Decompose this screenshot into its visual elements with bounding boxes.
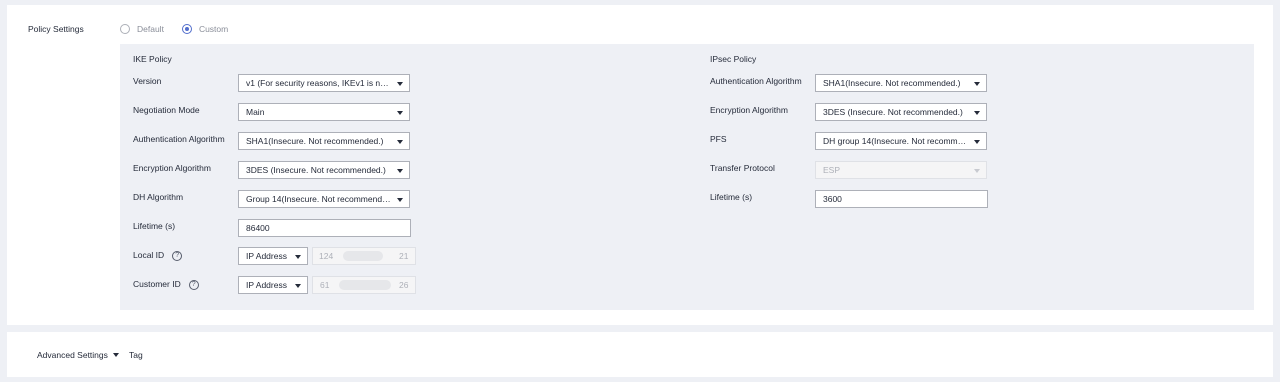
ipsec-auth-algorithm-label: Authentication Algorithm — [710, 76, 802, 86]
ike-encryption-algorithm-value: 3DES (Insecure. Not recommended.) — [246, 165, 386, 175]
advanced-card — [7, 332, 1273, 377]
chevron-down-icon — [397, 111, 403, 115]
ike-lifetime-input[interactable]: 86400 — [238, 219, 411, 237]
ike-encryption-algorithm-select[interactable]: 3DES (Insecure. Not recommended.) — [238, 161, 410, 179]
chevron-down-icon — [974, 140, 980, 144]
ipsec-encryption-algorithm-value: 3DES (Insecure. Not recommended.) — [823, 107, 963, 117]
ike-policy-title: IKE Policy — [133, 54, 172, 64]
customer-id-ip-first: 61 — [320, 280, 330, 290]
ipsec-lifetime-value: 3600 — [823, 194, 842, 204]
customer-id-label-row: Customer ID? — [133, 279, 199, 290]
help-icon[interactable]: ? — [188, 279, 199, 290]
ipsec-pfs-value: DH group 14(Insecure. Not recomme... — [823, 136, 970, 146]
ipsec-pfs-label: PFS — [710, 134, 727, 144]
customer-id-type-value: IP Address — [246, 280, 287, 290]
ike-lifetime-value: 86400 — [246, 223, 270, 233]
ipsec-auth-algorithm-select[interactable]: SHA1(Insecure. Not recommended.) — [815, 74, 987, 92]
help-icon[interactable]: ? — [172, 250, 183, 261]
local-id-ip-first: 124 — [319, 251, 334, 261]
ike-dh-algorithm-label: DH Algorithm — [133, 192, 184, 202]
ipsec-encryption-algorithm-select[interactable]: 3DES (Insecure. Not recommended.) — [815, 103, 987, 121]
ipsec-transfer-protocol-value: ESP — [823, 165, 841, 175]
tag-link[interactable]: Tag — [129, 350, 143, 360]
ipsec-policy-title: IPsec Policy — [710, 54, 757, 64]
ike-auth-algorithm-label: Authentication Algorithm — [133, 134, 225, 144]
ipsec-auth-algorithm-value: SHA1(Insecure. Not recommended.) — [823, 78, 961, 88]
local-id-ip-last: 21 — [399, 251, 409, 261]
radio-default[interactable]: Default — [120, 24, 164, 34]
ipsec-lifetime-input[interactable]: 3600 — [815, 190, 988, 208]
ipsec-transfer-protocol-select: ESP — [815, 161, 987, 179]
ike-auth-algorithm-select[interactable]: SHA1(Insecure. Not recommended.) — [238, 132, 410, 150]
radio-selected-icon — [181, 24, 192, 34]
ike-version-select[interactable]: v1 (For security reasons, IKEv1 is not r… — [238, 74, 410, 92]
ike-encryption-algorithm-label: Encryption Algorithm — [133, 163, 211, 173]
ipsec-transfer-protocol-label: Transfer Protocol — [710, 163, 775, 173]
ike-auth-algorithm-value: SHA1(Insecure. Not recommended.) — [246, 136, 384, 146]
ipsec-pfs-select[interactable]: DH group 14(Insecure. Not recomme... — [815, 132, 987, 150]
ike-dh-algorithm-value: Group 14(Insecure. Not recommende... — [246, 194, 394, 204]
ipsec-encryption-algorithm-label: Encryption Algorithm — [710, 105, 788, 115]
policy-settings-label: Policy Settings — [28, 24, 84, 34]
ike-dh-algorithm-select[interactable]: Group 14(Insecure. Not recommende... — [238, 190, 410, 208]
ike-negotiation-mode-value: Main — [246, 107, 265, 117]
local-id-label-row: Local ID? — [133, 250, 183, 261]
customer-id-ip-input[interactable]: 61 26 — [312, 276, 416, 294]
chevron-down-icon — [974, 82, 980, 86]
radio-default-label: Default — [137, 24, 164, 34]
chevron-down-icon — [974, 169, 980, 173]
chevron-down-icon — [112, 353, 119, 357]
local-id-ip-input[interactable]: 124 21 — [312, 247, 416, 265]
policy-settings-radio-group: Default Custom — [120, 23, 246, 35]
customer-id-ip-last: 26 — [399, 280, 409, 290]
redacted-ip-segment — [343, 251, 383, 261]
ipsec-lifetime-label: Lifetime (s) — [710, 192, 753, 202]
chevron-down-icon — [397, 198, 403, 202]
chevron-down-icon — [295, 284, 301, 288]
chevron-down-icon — [397, 82, 403, 86]
advanced-settings-toggle[interactable]: Advanced Settings — [37, 350, 119, 360]
local-id-label: Local ID — [133, 250, 165, 260]
chevron-down-icon — [295, 255, 301, 259]
ike-lifetime-label: Lifetime (s) — [133, 221, 176, 231]
ike-negotiation-mode-select[interactable]: Main — [238, 103, 410, 121]
customer-id-type-select[interactable]: IP Address — [238, 276, 308, 294]
chevron-down-icon — [974, 111, 980, 115]
chevron-down-icon — [397, 140, 403, 144]
ike-version-label: Version — [133, 76, 162, 86]
local-id-type-select[interactable]: IP Address — [238, 247, 308, 265]
local-id-type-value: IP Address — [246, 251, 287, 261]
radio-circle-icon — [120, 24, 130, 34]
customer-id-label: Customer ID — [133, 279, 181, 289]
advanced-settings-label: Advanced Settings — [37, 350, 108, 360]
radio-custom-label: Custom — [198, 24, 229, 34]
radio-custom[interactable]: Custom — [181, 24, 229, 34]
ike-version-value: v1 (For security reasons, IKEv1 is not r… — [246, 78, 400, 88]
redacted-ip-segment — [339, 280, 391, 290]
chevron-down-icon — [397, 169, 403, 173]
ike-negotiation-mode-label: Negotiation Mode — [133, 105, 200, 115]
